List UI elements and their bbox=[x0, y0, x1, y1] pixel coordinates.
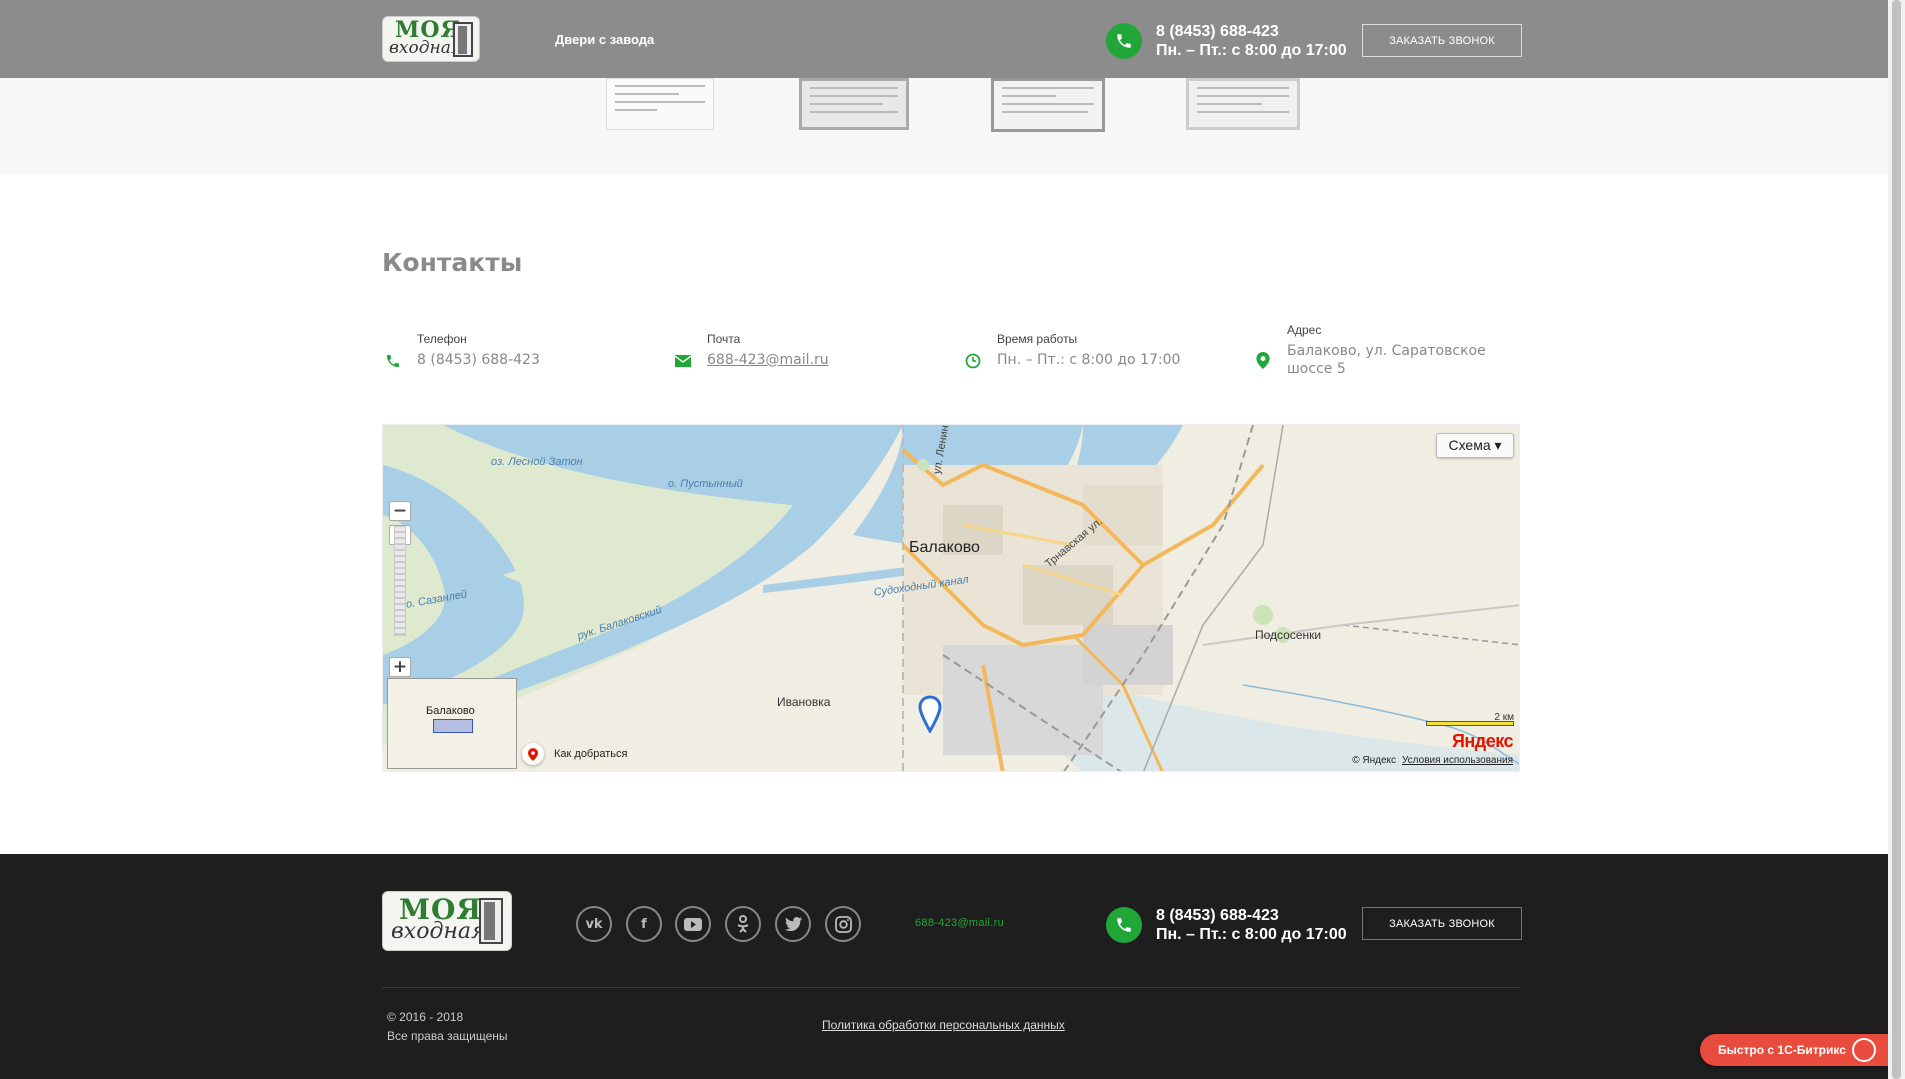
door-icon bbox=[453, 22, 473, 57]
copyright-years: © 2016 - 2018 bbox=[387, 1010, 464, 1024]
mail-icon bbox=[674, 352, 692, 370]
minimap-viewport bbox=[433, 719, 473, 733]
copyright: © 2016 - 2018 Все права защищены bbox=[387, 1008, 508, 1046]
nav-link-factory-doors[interactable]: Двери с завода bbox=[555, 32, 654, 47]
site-footer: МОЯ входная vk f 688-423@mail.ru 8 (8453… bbox=[0, 854, 1888, 1079]
contact-label: Адрес bbox=[1287, 323, 1322, 337]
contact-label: Телефон bbox=[417, 332, 467, 346]
site-header: МОЯ входная Двери с завода 8 (8453) 688-… bbox=[0, 0, 1888, 78]
map-scale: 2 км bbox=[1426, 712, 1514, 726]
minimap-label: Балаково bbox=[426, 705, 475, 717]
contact-value: Пн. – Пт.: с 8:00 до 17:00 bbox=[997, 352, 1181, 368]
footer-logo[interactable]: МОЯ входная bbox=[382, 891, 512, 951]
facebook-icon[interactable]: f bbox=[626, 906, 662, 942]
minimap[interactable]: Балаково bbox=[387, 678, 517, 769]
certificate-thumb[interactable] bbox=[606, 78, 714, 130]
footer-divider bbox=[382, 987, 1520, 988]
contact-value-line2: шоссе 5 bbox=[1287, 361, 1346, 377]
header-hours: Пн. – Пт.: с 8:00 до 17:00 bbox=[1156, 42, 1347, 59]
scale-bar bbox=[1426, 721, 1514, 726]
map-copyright-text: © Яндекс bbox=[1352, 755, 1396, 766]
certificate-thumb[interactable] bbox=[1186, 78, 1300, 130]
location-pin-icon bbox=[1254, 351, 1272, 369]
map-label-lake: оз. Лесной Затон bbox=[491, 456, 583, 468]
map-type-dropdown[interactable]: Схема ▾ bbox=[1436, 433, 1514, 458]
map-label-city: Балаково bbox=[909, 539, 980, 556]
contact-value-line1: Балаково, ул. Саратовское bbox=[1287, 343, 1486, 359]
map-label-island: о. Пустынный bbox=[668, 478, 743, 490]
yandex-logo[interactable]: Яндекс bbox=[1452, 731, 1514, 752]
door-icon bbox=[479, 898, 503, 944]
contact-label: Время работы bbox=[997, 332, 1078, 346]
logo-text-bottom: входная bbox=[389, 38, 463, 58]
copyright-rights: Все права защищены bbox=[387, 1029, 508, 1043]
contacts-title: Контакты bbox=[382, 248, 523, 277]
instagram-icon[interactable] bbox=[825, 906, 861, 942]
map-location-marker-icon[interactable] bbox=[917, 695, 943, 733]
zoom-in-button-secondary[interactable]: + bbox=[389, 657, 411, 677]
page-scrollbar[interactable] bbox=[1888, 0, 1905, 1079]
twitter-icon[interactable] bbox=[775, 906, 811, 942]
phone-icon bbox=[384, 352, 402, 370]
terms-link[interactable]: Условия использования bbox=[1402, 755, 1513, 766]
map-label-village-ivanovka: Ивановка bbox=[777, 695, 831, 709]
footer-hours: Пн. – Пт.: с 8:00 до 17:00 bbox=[1156, 926, 1347, 943]
footer-order-call-button[interactable]: Заказать звонок bbox=[1362, 907, 1522, 940]
footer-phone[interactable]: 8 (8453) 688-423 bbox=[1156, 906, 1347, 925]
certificate-thumb[interactable] bbox=[799, 78, 909, 130]
privacy-policy-link[interactable]: Политика обработки персональных данных bbox=[822, 1018, 1065, 1032]
logo[interactable]: МОЯ входная bbox=[382, 16, 480, 62]
map-label-village-podsosenki: Подсосенки bbox=[1255, 628, 1322, 642]
certificates-strip bbox=[0, 78, 1888, 174]
contact-label: Почта bbox=[707, 332, 741, 346]
certificate-thumb[interactable] bbox=[991, 78, 1105, 132]
map-copyright: © Яндекс Условия использования bbox=[1352, 755, 1513, 766]
route-label: Как добраться bbox=[554, 748, 628, 760]
youtube-icon[interactable] bbox=[675, 906, 711, 942]
header-phone[interactable]: 8 (8453) 688-423 bbox=[1156, 22, 1347, 41]
clock-icon bbox=[964, 352, 982, 370]
contact-email-link[interactable]: 688-423@mail.ru bbox=[707, 351, 829, 369]
zoom-slider[interactable] bbox=[394, 526, 406, 636]
vk-icon[interactable]: vk bbox=[576, 906, 612, 942]
odnoklassniki-icon[interactable] bbox=[725, 906, 761, 942]
map-canvas[interactable] bbox=[383, 425, 1520, 772]
zoom-out-button[interactable]: − bbox=[389, 501, 411, 521]
phone-icon[interactable] bbox=[1106, 23, 1142, 59]
yandex-map[interactable]: оз. Лесной Затон о. Пустынный Балаково у… bbox=[382, 424, 1520, 772]
footer-contact-block: 8 (8453) 688-423 Пн. – Пт.: с 8:00 до 17… bbox=[1156, 906, 1347, 944]
route-pin-icon bbox=[522, 743, 544, 765]
header-contact-block: 8 (8453) 688-423 Пн. – Пт.: с 8:00 до 17… bbox=[1156, 22, 1347, 60]
order-call-button[interactable]: Заказать звонок bbox=[1362, 24, 1522, 57]
contact-value[interactable]: 8 (8453) 688-423 bbox=[417, 351, 540, 369]
scrollbar-thumb[interactable] bbox=[1892, 0, 1901, 1079]
logo-text-bottom: входная bbox=[391, 919, 486, 944]
footer-email-link[interactable]: 688-423@mail.ru bbox=[915, 917, 1004, 929]
bitrix-clock-icon bbox=[1852, 1038, 1876, 1062]
bitrix-badge-label: Быстро с 1С-Битрикс bbox=[1718, 1043, 1846, 1057]
route-button[interactable]: Как добраться bbox=[522, 743, 627, 765]
phone-icon[interactable] bbox=[1106, 907, 1142, 943]
bitrix-badge[interactable]: Быстро с 1С-Битрикс bbox=[1700, 1034, 1888, 1066]
